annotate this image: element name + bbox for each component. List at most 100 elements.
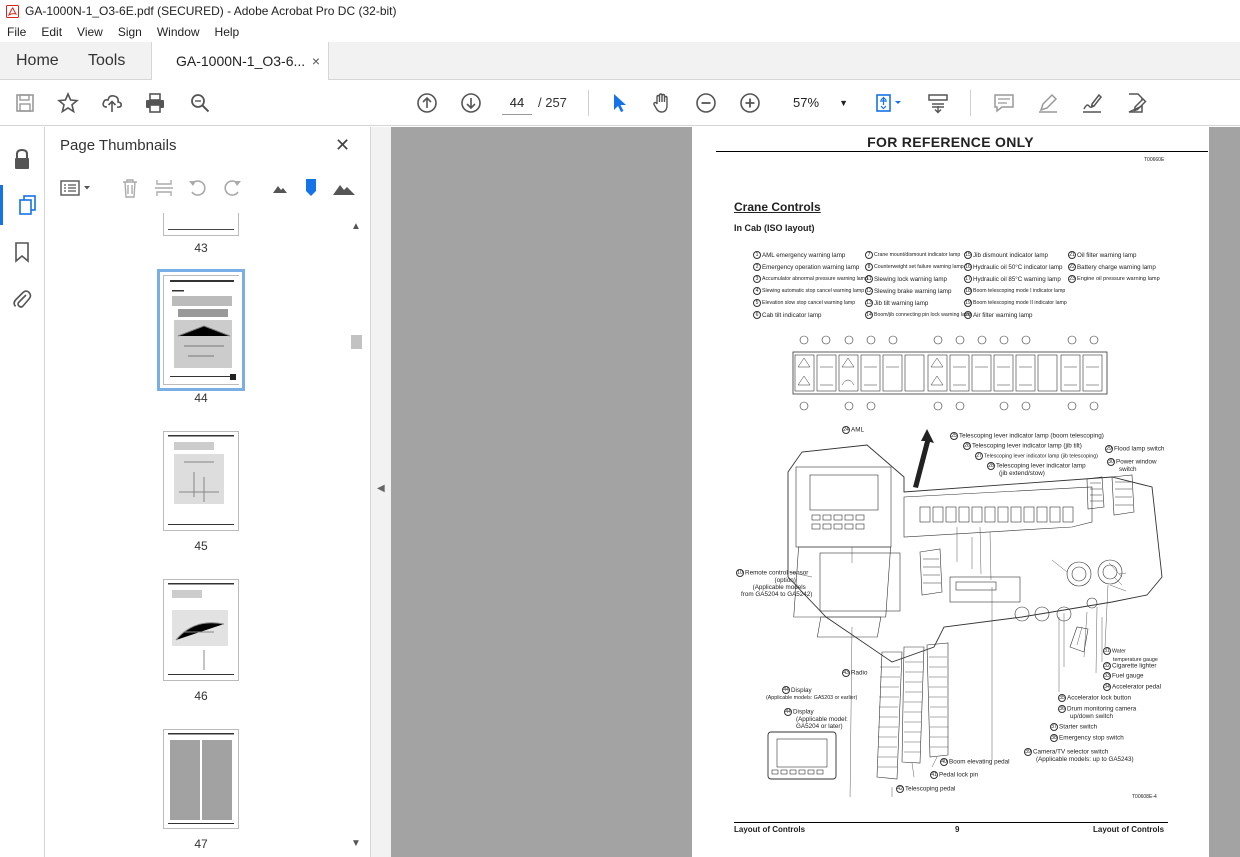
legend-item: 13 Jib tilt warning lamp [865,299,929,307]
thumbnail-label: 43 [194,241,208,255]
comment-icon[interactable] [991,90,1017,116]
print-icon[interactable] [142,90,168,116]
legend-item: 7 Crane mount/dismount indicator lamp [865,251,960,259]
panel-title: Page Thumbnails [60,137,177,154]
callout-boom-elevating: 40 Boom elevating pedal [940,758,1010,766]
callout-fuel-gauge: 33 Fuel gauge [1103,672,1144,680]
legend-item: 19 Boom telescoping mode II indicator lam… [964,299,1067,307]
legend-item: 15 Jib dismount indicator lamp [964,251,1048,259]
thumbnail-page-45[interactable] [163,431,239,531]
callout-accelerator-pedal: 34 Accelerator pedal [1103,683,1162,691]
search-icon[interactable] [187,90,213,116]
legend-item: 23 Engine oil pressure warning lamp [1068,275,1160,283]
rotate-right-icon[interactable] [221,177,243,199]
tab-document[interactable]: GA-1000N-1_O3-6... × [151,42,329,81]
small-thumbnail-icon[interactable] [269,177,291,199]
page-number-input[interactable]: 44 [502,91,532,115]
thumbnail-label: 46 [194,689,208,703]
save-icon[interactable] [12,90,38,116]
edit-document-icon[interactable] [1123,90,1149,116]
page-fit-icon[interactable] [871,90,905,116]
bookmarks-icon[interactable] [10,240,34,264]
next-page-icon[interactable] [458,90,484,116]
collapse-panel-icon[interactable]: ◀ [377,483,385,494]
legend-item: 21 Oil filter warning lamp [1068,251,1137,259]
insert-page-icon[interactable] [153,177,175,199]
hand-tool-icon[interactable] [649,90,675,116]
close-icon[interactable]: ✕ [335,135,350,156]
highlight-pen-icon[interactable] [1035,90,1061,116]
menu-help[interactable]: Help [208,25,248,39]
callout-remote-sensor: 10 Remote control sensor (option) (Applicab… [736,569,813,598]
thumbnail-scrollbar[interactable]: ▲ ▼ [348,213,365,857]
callout-cigarette-lighter: 32 Cigarette lighter [1103,662,1157,670]
subsection-title: In Cab (ISO layout) [734,223,815,233]
page-code: T00660E [1144,157,1165,163]
left-rail [0,127,45,857]
tab-document-label: GA-1000N-1_O3-6... [176,53,306,69]
legend-item: 4 Slewing automatic stop cancel warning l… [753,287,864,295]
callout-telescoping-pedal: 42 Telescoping pedal [896,785,956,793]
zoom-level-select[interactable]: 57% ▼ [784,91,854,115]
legend-item: 20 Air filter warning lamp [964,311,1033,319]
callout-flood-lamp: 29 Flood lamp switch [1105,445,1165,453]
tab-close-icon[interactable]: × [312,42,320,80]
select-cursor-icon[interactable] [606,90,632,116]
tab-tools[interactable]: Tools [88,42,125,80]
delete-page-icon[interactable] [119,177,141,199]
zoom-level-value: 57% [793,95,820,110]
thumbnail-size-slider[interactable] [300,177,322,199]
scroll-mode-icon[interactable] [925,90,951,116]
legend-item: 14 Boom/jib connecting pin lock warning l… [865,311,973,319]
menu-view[interactable]: View [70,25,111,39]
thumbnail-page-43[interactable] [163,213,239,236]
page-header: FOR REFERENCE ONLY [867,134,1034,150]
upload-icon[interactable] [99,90,125,116]
pdf-page: FOR REFERENCE ONLY T00660E Crane Control… [692,127,1209,857]
legend-item: 18 Boom telescoping mode I indicator lamp [964,287,1066,295]
menu-edit[interactable]: Edit [34,25,70,39]
scroll-up-icon[interactable]: ▲ [351,221,361,232]
document-view: FOR REFERENCE ONLY T00660E Crane Control… [391,127,1240,857]
toolbar: 44 / 257 57% ▼ [0,80,1240,126]
callout-telescoping-jib-tilt: 26 Telescoping lever indicator lamp (jib … [963,442,1082,450]
lock-icon[interactable] [10,147,34,171]
callout-radio: 43 Radio [842,669,868,677]
menu-sign[interactable]: Sign [111,25,150,39]
callout-telescoping-boom: 25 Telescoping lever indicator lamp (boom… [950,432,1104,440]
legend-item: 2 Emergency operation warning lamp [753,263,859,271]
previous-page-icon[interactable] [414,90,440,116]
thumbnail-page-44[interactable] [157,269,245,391]
thumbnail-page-47[interactable] [163,729,239,829]
thumbnail-label: 45 [194,539,208,553]
panel-splitter[interactable]: ◀ [371,127,391,857]
page-thumbnails-icon[interactable] [0,185,44,225]
scroll-down-icon[interactable]: ▼ [351,838,361,849]
callout-drum-camera: 36 Drum monitoring camera up/down switch [1058,705,1137,720]
zoom-in-icon[interactable] [737,90,763,116]
rotate-left-icon[interactable] [187,177,209,199]
page-total: / 257 [538,95,567,110]
fill-sign-icon[interactable] [1079,90,1105,116]
section-title: Crane Controls [734,200,821,214]
legend-item: 22 Battery charge warning lamp [1068,263,1156,271]
callout-starter-switch: 37 Starter switch [1050,723,1098,731]
callout-display-old: 44 Display (Applicable models: GA5203 or e… [766,686,858,701]
window-title: GA-1000N-1_O3-6E.pdf (SECURED) - Adobe A… [25,4,397,18]
footer-left: Layout of Controls [734,825,806,834]
zoom-out-icon[interactable] [693,90,719,116]
legend-item: 8 Counterweight set failure warning lamp [865,263,964,271]
large-thumbnail-icon[interactable] [331,177,357,199]
callout-aml: 24 AML [842,426,864,434]
options-menu-icon[interactable] [59,177,95,199]
bookmark-star-icon[interactable] [55,90,81,116]
callout-accelerator-lock: 35 Accelerator lock button [1058,694,1132,702]
thumbnail-page-46[interactable] [163,579,239,681]
scrollbar-thumb[interactable] [351,335,362,349]
attachment-icon[interactable] [10,287,34,311]
tab-home[interactable]: Home [16,42,59,80]
menu-file[interactable]: File [0,25,34,39]
toolbar-divider [970,90,971,116]
menu-window[interactable]: Window [150,25,208,39]
callout-camera-tv-selector: 39 Camera/TV selector switch (Applicable m… [1024,748,1134,763]
